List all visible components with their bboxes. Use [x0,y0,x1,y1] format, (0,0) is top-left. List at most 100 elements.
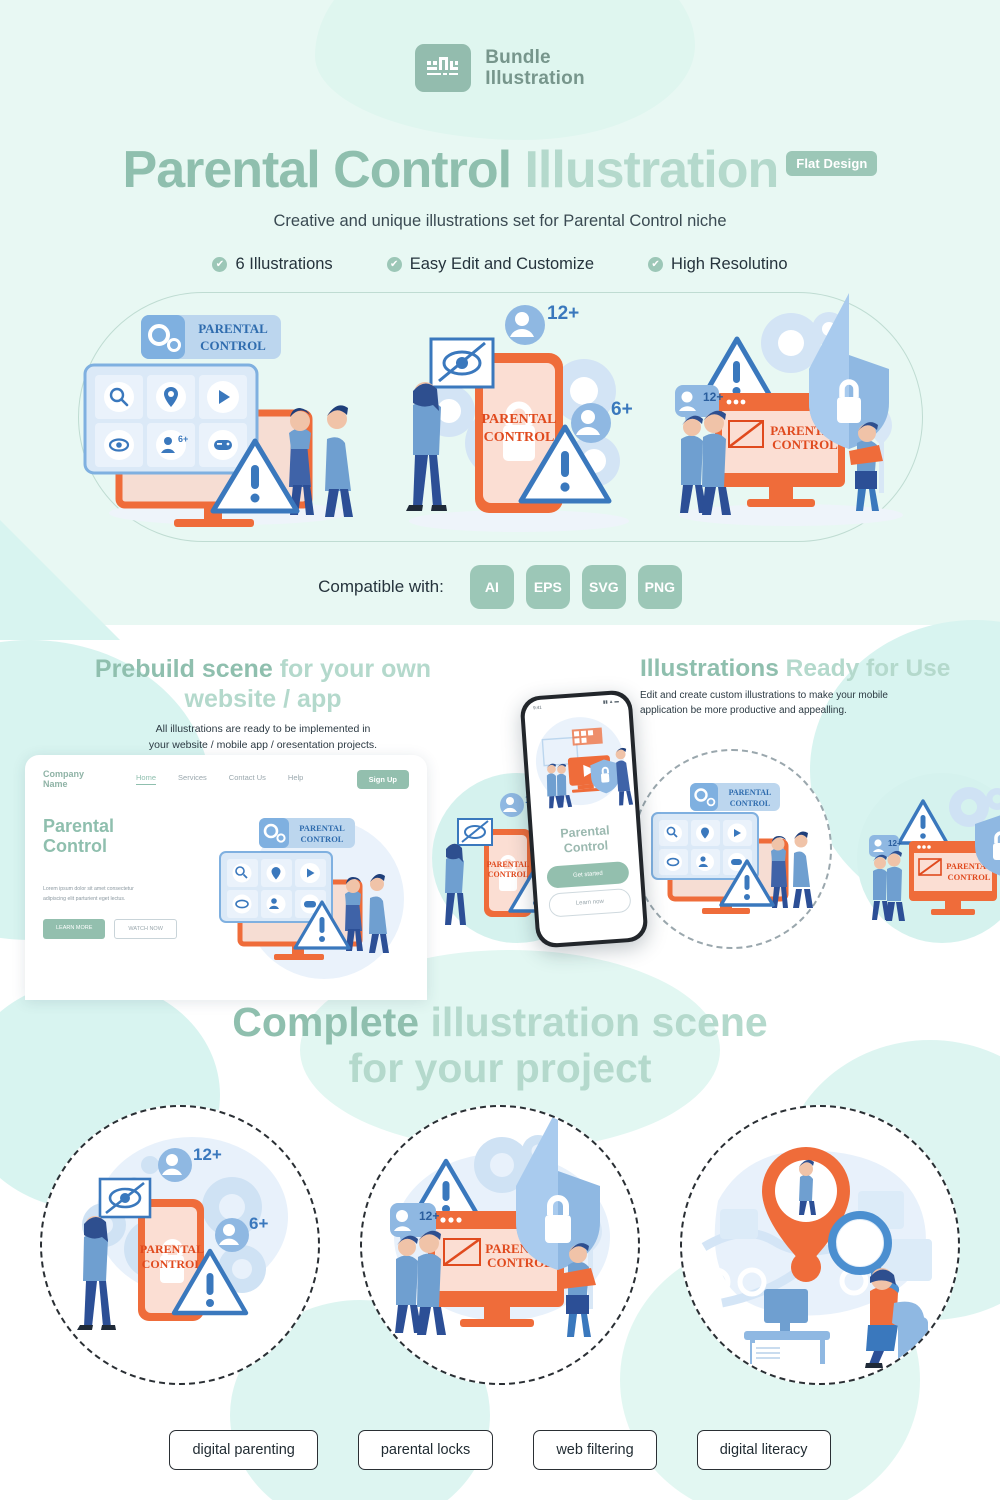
scene-circle-desktop-web-filter: PARENTAL CONTROL 12+ [360,1105,640,1385]
tag-digital-parenting[interactable]: digital parenting [169,1430,318,1470]
website-nav-links: Home Services Contact Us Help [136,773,303,786]
check-circle-icon: ✔ [386,257,402,272]
svg-text:PARENTAL: PARENTAL [729,788,772,797]
page-title-primary: Parental Control [122,141,512,199]
svg-text:6+: 6+ [249,1214,268,1233]
nav-link-services[interactable]: Services [178,773,207,785]
hero-illustration-1: PARENTAL CONTROL 6+ [79,293,379,543]
svg-text:12+: 12+ [419,1209,439,1223]
website-hero-illustration: PARENTAL CONTROL [204,804,419,994]
poster-page: Bundle Illustration Parental Control Ill… [0,0,1000,1500]
tag-parental-locks[interactable]: parental locks [357,1430,494,1470]
svg-text:6+: 6+ [611,399,633,420]
format-badge-svg[interactable]: SVG [581,565,626,609]
page-title: Parental Control Illustration Flat Design [0,140,1000,200]
parental-control-badge: PARENTAL CONTROL [141,315,281,359]
prebuild-title-primary: Prebuild scene [94,655,273,683]
hero-illustration-2: PARENTAL CONTROL 12+ 6+ [379,293,659,543]
compatible-formats-row: Compatible with: AI EPS SVG PNG [0,565,1000,609]
website-hero-title: Parental Control [43,816,203,857]
people-group [395,1230,446,1335]
website-hero-title-line1: Parental [43,815,115,836]
eye-off-icon [98,1177,152,1219]
svg-text:12+: 12+ [703,390,723,404]
page-title-block: Parental Control Illustration Flat Design… [0,140,1000,231]
complete-title: Complete illustration scene [0,999,1000,1046]
hero-illustration-3: PARENTAL CONTROL 12+ [659,293,924,543]
ready-title-primary: Illustrations [640,655,779,682]
svg-text:CONTROL: CONTROL [484,430,555,445]
svg-text:PARENTAL: PARENTAL [198,321,268,336]
prebuild-subtitle-line2: your website / mobile app / oresentation… [148,738,378,751]
svg-text:6+: 6+ [178,434,188,444]
people-group [680,410,731,515]
phone-learn-now-button[interactable]: Learn now [548,887,632,918]
website-signup-button[interactable]: Sign Up [356,769,409,789]
ready-title-secondary: Ready for Use [785,655,951,682]
format-badge-ai[interactable]: AI [469,565,514,609]
feature-icon-grid: 6+ [83,363,259,475]
check-circle-icon: ✔ [212,257,228,272]
svg-text:PARENTAL: PARENTAL [482,412,557,427]
svg-text:CONTROL: CONTROL [730,799,770,808]
feature-label: Easy Edit and Customize [409,255,595,273]
hero-illustration-strip: PARENTAL CONTROL 6+ PARENTAL CONTROL 12+… [78,292,923,542]
svg-text:12+: 12+ [547,303,579,324]
signal-wifi-battery-icon: ▮▮ ▲ ▬ [602,698,620,705]
ready-subtitle: Edit and create custom illustrations to … [640,688,1000,718]
complete-section-heading: Complete illustration scene for your pro… [0,999,1000,1092]
svg-text:12+: 12+ [888,839,902,848]
website-mockup: Company Name Home Services Contact Us He… [25,755,427,1000]
prebuild-title: Prebuild scene for your own website / ap… [58,655,468,714]
website-hero-text: Parental Control Lorem ipsum dolor sit a… [43,816,203,939]
website-secondary-button[interactable]: WATCH NOW [114,918,177,939]
complete-title-line2: for your project [348,1044,652,1091]
thumbnail-circle-3: PARENTAL CONTROL 12+ [857,773,1000,943]
nav-link-home[interactable]: Home [136,773,157,786]
phone-status-time: 9:41 [532,704,542,710]
brand-logo: Bundle Illustration [0,44,1000,92]
format-badge-eps[interactable]: EPS [525,565,570,609]
feature-item: ✔ High Resolutino [648,255,788,274]
website-hero: Parental Control Lorem ipsum dolor sit a… [25,790,427,979]
ready-title: Illustrations Ready for Use [640,655,1000,683]
feature-item: ✔ 6 Illustrations [212,255,333,274]
svg-text:PARENTAL: PARENTAL [140,1242,204,1256]
prebuild-subtitle-line1: All illustrations are ready to be implem… [155,723,371,735]
brand-name: Bundle Illustration [485,47,585,90]
page-subtitle: Creative and unique illustrations set fo… [273,212,727,230]
phone-title: Parental Control [533,821,639,858]
phone-screen: 9:41 ▮▮ ▲ ▬ Parental Control Get started… [523,693,645,945]
website-hero-body-line1: Lorem ipsum dolor sit amet consectetur [43,886,134,893]
svg-text:CONTROL: CONTROL [142,1257,203,1271]
nav-link-help[interactable]: Help [288,773,303,785]
scene-circle-mobile-parental-lock: PARENTAL CONTROL 12+ 6+ [40,1105,320,1385]
complete-title-primary: Complete [232,999,420,1045]
thumbnail-circle-2-dashed: PARENTAL CONTROL [632,749,832,949]
website-hero-body-line2: adipiscing elit parturient eget lectus. [43,895,126,902]
website-primary-button[interactable]: LEARN MORE [43,918,106,939]
website-hero-buttons: LEARN MORE WATCH NOW [43,918,203,939]
ready-subtitle-line2: application be more productive and appea… [640,705,847,717]
format-badge-png[interactable]: PNG [637,565,682,609]
svg-text:PARENTAL: PARENTAL [299,823,345,833]
svg-text:CONTROL: CONTROL [772,437,838,452]
prebuild-subtitle: All illustrations are ready to be implem… [58,722,468,754]
feature-list: ✔ 6 Illustrations ✔ Easy Edit and Custom… [0,255,1000,274]
svg-text:CONTROL: CONTROL [301,834,344,844]
nav-link-contact[interactable]: Contact Us [229,773,266,785]
website-logo-line1: Company [43,769,85,779]
tag-web-filtering[interactable]: web filtering [533,1430,657,1470]
scene-circle-row: PARENTAL CONTROL 12+ 6+ PARENTAL CONTROL… [0,1105,1000,1385]
feature-label: 6 Illustrations [235,255,333,273]
svg-text:CONTROL: CONTROL [200,338,266,353]
complete-title-secondary: illustration scene [430,999,768,1045]
age-12plus-badge: 12+ [505,303,579,345]
ready-thumbnail-row: PARENTAL CONTROL 12+ 6+ [432,735,1000,965]
flat-design-badge: Flat Design [786,150,878,176]
website-logo[interactable]: Company Name [43,769,84,790]
check-circle-icon: ✔ [648,257,664,272]
phone-get-started-button[interactable]: Get started [546,861,630,889]
tag-digital-literacy[interactable]: digital literacy [696,1430,831,1470]
phone-mockup: 9:41 ▮▮ ▲ ▬ Parental Control Get started… [519,689,649,949]
